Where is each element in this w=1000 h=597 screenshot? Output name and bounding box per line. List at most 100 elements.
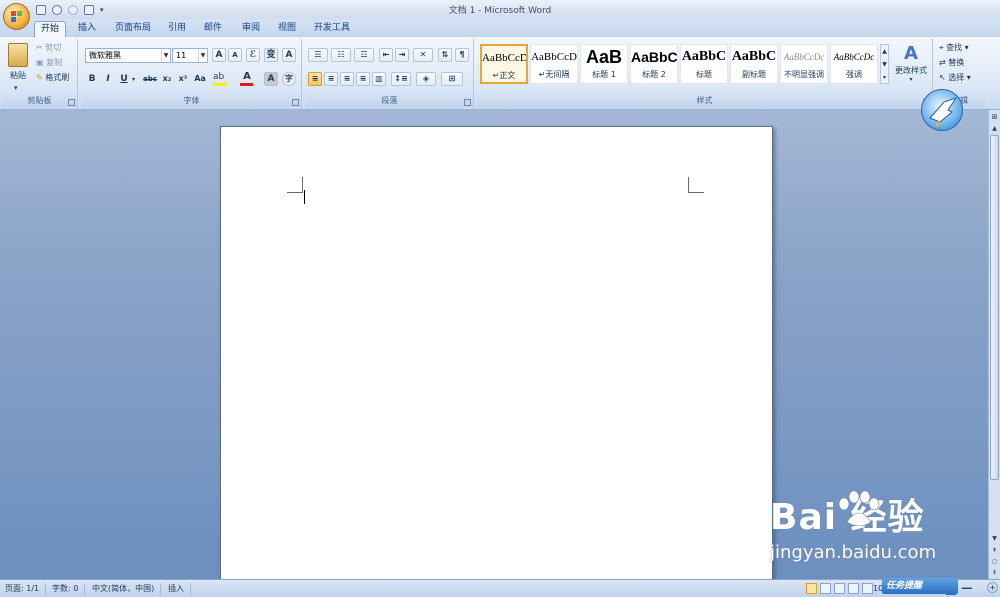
decrease-indent-icon[interactable]: ⇤ <box>379 48 393 62</box>
font-size-select[interactable]: 11 ▼ <box>172 48 208 63</box>
style-tile-emphasis[interactable]: AaBbCcDc 强调 <box>830 44 878 84</box>
window-title: 文档 1 - Microsoft Word <box>448 6 552 16</box>
web-layout-icon[interactable] <box>834 583 845 594</box>
margin-corner-top-left <box>287 177 303 193</box>
style-tile-title[interactable]: AaBbC 标题 <box>680 44 728 84</box>
change-styles-button[interactable]: A 更改样式 ▾ <box>893 42 929 92</box>
tab-developer[interactable]: 开发工具 <box>309 21 355 37</box>
copy-button[interactable]: ▣ 复制 <box>36 56 62 71</box>
paragraph-launcher-icon[interactable] <box>464 99 471 106</box>
enclose-characters-button[interactable]: 字 <box>282 72 296 86</box>
style-tile-no-spacing[interactable]: AaBbCcD ↵无间隔 <box>530 44 578 84</box>
zoom-in-icon[interactable]: + <box>987 582 998 593</box>
style-tile-heading1[interactable]: AaB 标题 1 <box>580 44 628 84</box>
draft-view-icon[interactable] <box>862 583 873 594</box>
select-button[interactable]: ↖ 选择 ▾ <box>939 71 971 86</box>
paste-button[interactable]: 粘贴 <box>10 69 26 84</box>
scroll-down-icon[interactable]: ▼ <box>990 534 999 543</box>
margin-corner-top-right <box>688 177 704 193</box>
bird-logo-icon[interactable] <box>921 89 963 131</box>
tab-page-layout[interactable]: 页面布局 <box>110 21 156 37</box>
find-button[interactable]: ⌖ 查找 ▾ <box>939 41 969 56</box>
strikethrough-button[interactable]: abc <box>141 72 159 86</box>
select-browse-object-icon[interactable]: ○ <box>990 557 999 566</box>
numbering-icon[interactable]: ☷ <box>331 48 351 62</box>
show-marks-icon[interactable]: ¶ <box>455 48 469 62</box>
subscript-button[interactable]: x₂ <box>160 72 174 86</box>
ribbon-tabs: 开始 插入 页面布局 引用 邮件 审阅 视图 开发工具 <box>0 19 1000 37</box>
highlighter-icon: ab <box>213 72 225 82</box>
clear-formatting-icon[interactable]: ℰ <box>246 48 260 62</box>
paw-icon <box>838 490 880 527</box>
next-page-icon[interactable]: ⇟ <box>990 568 999 577</box>
style-tile-heading2[interactable]: AaBbC 标题 2 <box>630 44 678 84</box>
phonetic-guide-icon[interactable]: 变 <box>264 48 278 62</box>
tab-review[interactable]: 审阅 <box>237 21 265 37</box>
outline-view-icon[interactable] <box>848 583 859 594</box>
justify-icon[interactable]: ≡ <box>356 72 370 86</box>
baidu-watermark: Bai 经验 jingyan.baidu.com <box>770 488 980 578</box>
chevron-down-icon: ▼ <box>198 49 207 62</box>
superscript-button[interactable]: x² <box>176 72 190 86</box>
align-right-icon[interactable]: ≡ <box>340 72 354 86</box>
font-group: 微软雅黑 ▼ 11 ▼ A A ℰ 变 A B I U ▾ abc x₂ x² Aa… <box>82 39 302 109</box>
tab-mailings[interactable]: 邮件 <box>199 21 227 37</box>
character-border-icon[interactable]: A <box>282 48 296 62</box>
paste-icon[interactable] <box>8 43 28 67</box>
borders-icon[interactable]: ⊞ <box>441 72 463 86</box>
brush-icon: ✎ <box>36 73 46 82</box>
task-reminder-button[interactable]: 任务提醒 <box>882 578 958 594</box>
change-case-button[interactable]: Aa <box>192 72 208 86</box>
office-button[interactable] <box>3 3 30 30</box>
shrink-font-button[interactable]: A <box>228 48 242 62</box>
font-group-label: 字体 <box>82 95 301 107</box>
print-layout-view-icon[interactable] <box>806 583 817 594</box>
document-page[interactable] <box>220 126 773 586</box>
bold-button[interactable]: B <box>85 72 99 86</box>
style-tile-subtitle[interactable]: AaBbC 副标题 <box>730 44 778 84</box>
tab-home[interactable]: 开始 <box>34 21 66 37</box>
scrollbar-thumb[interactable] <box>990 135 999 480</box>
align-center-icon[interactable]: ≡ <box>324 72 338 86</box>
word-count[interactable]: 字数: 0 <box>52 583 86 595</box>
previous-page-icon[interactable]: ⇞ <box>990 546 999 555</box>
page-count[interactable]: 页面: 1/1 <box>5 583 47 595</box>
underline-dropdown-icon[interactable]: ▾ <box>132 73 135 88</box>
shading-icon[interactable]: ◈ <box>416 72 436 86</box>
language-indicator[interactable]: 中文(简体，中国) <box>92 583 162 595</box>
zoom-slider[interactable]: ━━ <box>962 583 986 595</box>
scroll-up-icon[interactable]: ▲ <box>990 124 999 133</box>
chevron-down-icon: ▼ <box>161 49 170 62</box>
format-painter-button[interactable]: ✎ 格式刷 <box>36 71 69 86</box>
style-tile-subtle-emphasis[interactable]: AaBbCcDc 不明显强调 <box>780 44 828 84</box>
italic-button[interactable]: I <box>101 72 115 86</box>
multilevel-list-icon[interactable]: ☲ <box>354 48 374 62</box>
grow-font-button[interactable]: A <box>212 48 226 62</box>
sort-icon[interactable]: ⇅ <box>438 48 452 62</box>
chinese-layout-icon[interactable]: ✕ <box>413 48 433 62</box>
clipboard-launcher-icon[interactable] <box>68 99 75 106</box>
increase-indent-icon[interactable]: ⇥ <box>395 48 409 62</box>
bullets-icon[interactable]: ☰ <box>308 48 328 62</box>
underline-button[interactable]: U <box>117 72 131 86</box>
font-launcher-icon[interactable] <box>292 99 299 106</box>
highlight-button[interactable]: ab <box>213 72 229 86</box>
character-shading-button[interactable]: A <box>264 72 278 86</box>
font-color-button[interactable]: A <box>239 72 255 86</box>
line-spacing-icon[interactable]: ↕≡ <box>391 72 411 86</box>
tab-insert[interactable]: 插入 <box>72 21 102 37</box>
full-screen-reading-icon[interactable] <box>820 583 831 594</box>
distributed-icon[interactable]: ▥ <box>372 72 386 86</box>
replace-button[interactable]: ⇄ 替换 <box>939 56 964 71</box>
align-left-icon[interactable]: ≡ <box>308 72 322 86</box>
tab-view[interactable]: 视图 <box>273 21 301 37</box>
paste-dropdown-icon[interactable]: ▾ <box>14 81 18 96</box>
font-name-select[interactable]: 微软雅黑 ▼ <box>85 48 171 63</box>
tab-references[interactable]: 引用 <box>163 21 191 37</box>
insert-mode-indicator[interactable]: 插入 <box>168 583 191 595</box>
style-tile-normal[interactable]: AaBbCcD ↵正文 <box>480 44 528 84</box>
vertical-scrollbar[interactable]: ⊞ ▲ ▼ ⇞ ○ ⇟ <box>988 110 1000 579</box>
styles-gallery-scroll[interactable]: ▲ ▼ ▾ <box>880 44 889 84</box>
ruler-toggle-icon[interactable]: ⊞ <box>990 113 999 122</box>
cut-button[interactable]: ✂ 剪切 <box>36 41 61 56</box>
